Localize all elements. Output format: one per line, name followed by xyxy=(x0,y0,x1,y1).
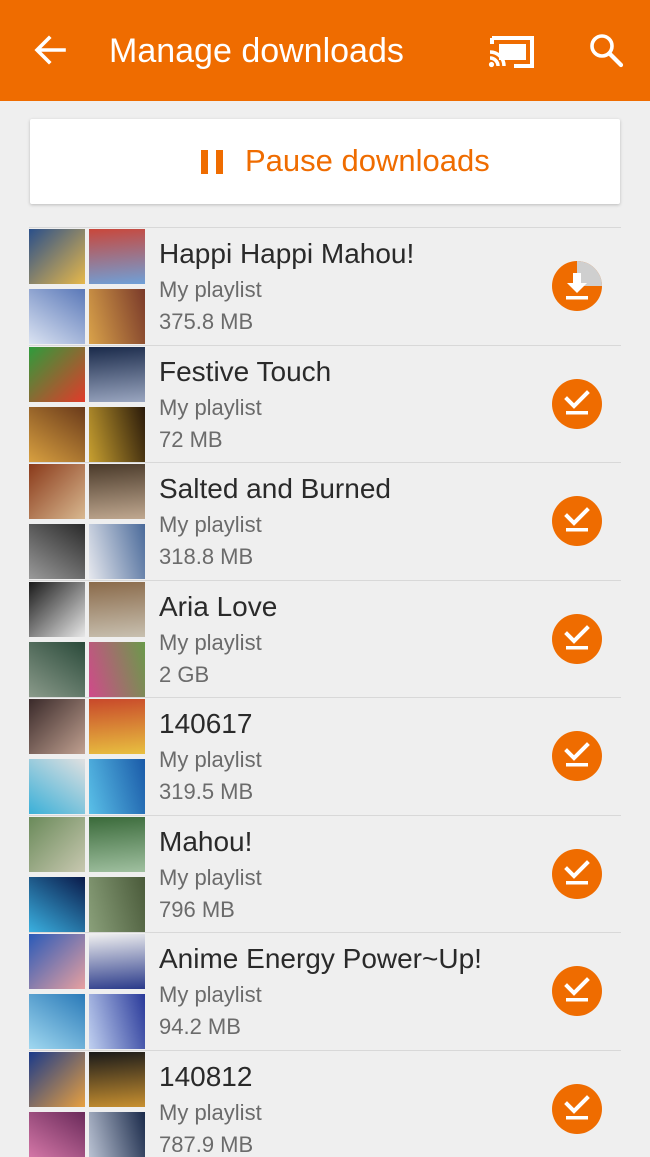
playlist-artwork xyxy=(29,229,145,344)
album-art-tile xyxy=(89,347,145,402)
page-title: Manage downloads xyxy=(109,30,404,72)
playlist-artwork xyxy=(29,1052,145,1157)
album-art-tile xyxy=(89,699,145,754)
downloaded-check-icon[interactable] xyxy=(551,848,603,900)
album-art-tile xyxy=(89,817,145,872)
album-art-tile xyxy=(29,1052,85,1107)
album-art-tile xyxy=(89,759,145,814)
playlist-name: 140812 xyxy=(159,1059,252,1095)
album-art-tile xyxy=(89,642,145,697)
playlist-subtitle: My playlist xyxy=(159,629,262,657)
album-art-tile xyxy=(89,934,145,989)
playlist-artwork xyxy=(29,699,145,814)
album-art-tile xyxy=(89,1112,145,1157)
playlist-size: 2 GB xyxy=(159,661,209,689)
playlist-subtitle: My playlist xyxy=(159,276,262,304)
playlist-subtitle: My playlist xyxy=(159,981,262,1009)
album-art-tile xyxy=(29,994,85,1049)
playlist-subtitle: My playlist xyxy=(159,864,262,892)
album-art-tile xyxy=(29,582,85,637)
playlist-size: 319.5 MB xyxy=(159,778,253,806)
downloaded-check-icon[interactable] xyxy=(551,965,603,1017)
album-art-tile xyxy=(29,347,85,402)
album-art-tile xyxy=(29,759,85,814)
album-art-tile xyxy=(29,1112,85,1157)
album-art-tile xyxy=(89,289,145,344)
album-art-tile xyxy=(89,407,145,462)
pause-icon xyxy=(199,148,225,176)
playlist-subtitle: My playlist xyxy=(159,394,262,422)
album-art-tile xyxy=(89,229,145,284)
album-art-tile xyxy=(29,289,85,344)
album-art-tile xyxy=(89,582,145,637)
pause-downloads-label: Pause downloads xyxy=(245,141,490,181)
album-art-tile xyxy=(29,817,85,872)
playlist-name: Salted and Burned xyxy=(159,471,391,507)
album-art-tile xyxy=(29,464,85,519)
downloads-list: Happi Happi Mahou! My playlist 375.8 MB Fes… xyxy=(29,227,621,1157)
playlist-row[interactable]: Festive Touch My playlist 72 MB xyxy=(29,346,621,464)
downloaded-check-icon[interactable] xyxy=(551,1083,603,1135)
playlist-name: Aria Love xyxy=(159,589,277,625)
playlist-name: 140617 xyxy=(159,706,252,742)
playlist-size: 375.8 MB xyxy=(159,308,253,336)
album-art-tile xyxy=(29,407,85,462)
album-art-tile xyxy=(89,464,145,519)
album-art-tile xyxy=(29,642,85,697)
downloaded-check-icon[interactable] xyxy=(551,495,603,547)
downloaded-check-icon[interactable] xyxy=(551,613,603,665)
album-art-tile xyxy=(89,994,145,1049)
downloading-progress-icon[interactable] xyxy=(551,260,603,312)
playlist-artwork xyxy=(29,934,145,1049)
playlist-size: 796 MB xyxy=(159,896,235,924)
playlist-size: 318.8 MB xyxy=(159,543,253,571)
pause-downloads-button[interactable]: Pause downloads xyxy=(30,119,620,204)
playlist-name: Festive Touch xyxy=(159,354,331,390)
album-art-tile xyxy=(89,1052,145,1107)
back-arrow-icon[interactable] xyxy=(30,30,70,70)
cast-icon[interactable] xyxy=(486,32,538,72)
playlist-row[interactable]: 140617 My playlist 319.5 MB xyxy=(29,698,621,816)
playlist-name: Mahou! xyxy=(159,824,252,860)
playlist-subtitle: My playlist xyxy=(159,1099,262,1127)
playlist-row[interactable]: Happi Happi Mahou! My playlist 375.8 MB xyxy=(29,228,621,346)
playlist-row[interactable]: 140812 My playlist 787.9 MB xyxy=(29,1051,621,1157)
playlist-artwork xyxy=(29,464,145,579)
album-art-tile xyxy=(89,524,145,579)
app-bar: Manage downloads xyxy=(0,0,650,101)
playlist-row[interactable]: Aria Love My playlist 2 GB xyxy=(29,581,621,699)
album-art-tile xyxy=(29,934,85,989)
playlist-artwork xyxy=(29,582,145,697)
album-art-tile xyxy=(29,229,85,284)
playlist-size: 72 MB xyxy=(159,426,223,454)
playlist-size: 94.2 MB xyxy=(159,1013,241,1041)
playlist-subtitle: My playlist xyxy=(159,511,262,539)
album-art-tile xyxy=(29,877,85,932)
downloaded-check-icon[interactable] xyxy=(551,378,603,430)
playlist-row[interactable]: Anime Energy Power~Up! My playlist 94.2 MB xyxy=(29,933,621,1051)
search-icon[interactable] xyxy=(586,30,626,70)
playlist-name: Happi Happi Mahou! xyxy=(159,236,414,272)
playlist-artwork xyxy=(29,347,145,462)
playlist-size: 787.9 MB xyxy=(159,1131,253,1157)
playlist-artwork xyxy=(29,817,145,932)
album-art-tile xyxy=(29,699,85,754)
playlist-name: Anime Energy Power~Up! xyxy=(159,941,482,977)
playlist-subtitle: My playlist xyxy=(159,746,262,774)
playlist-row[interactable]: Salted and Burned My playlist 318.8 MB xyxy=(29,463,621,581)
downloaded-check-icon[interactable] xyxy=(551,730,603,782)
album-art-tile xyxy=(29,524,85,579)
album-art-tile xyxy=(89,877,145,932)
playlist-row[interactable]: Mahou! My playlist 796 MB xyxy=(29,816,621,934)
